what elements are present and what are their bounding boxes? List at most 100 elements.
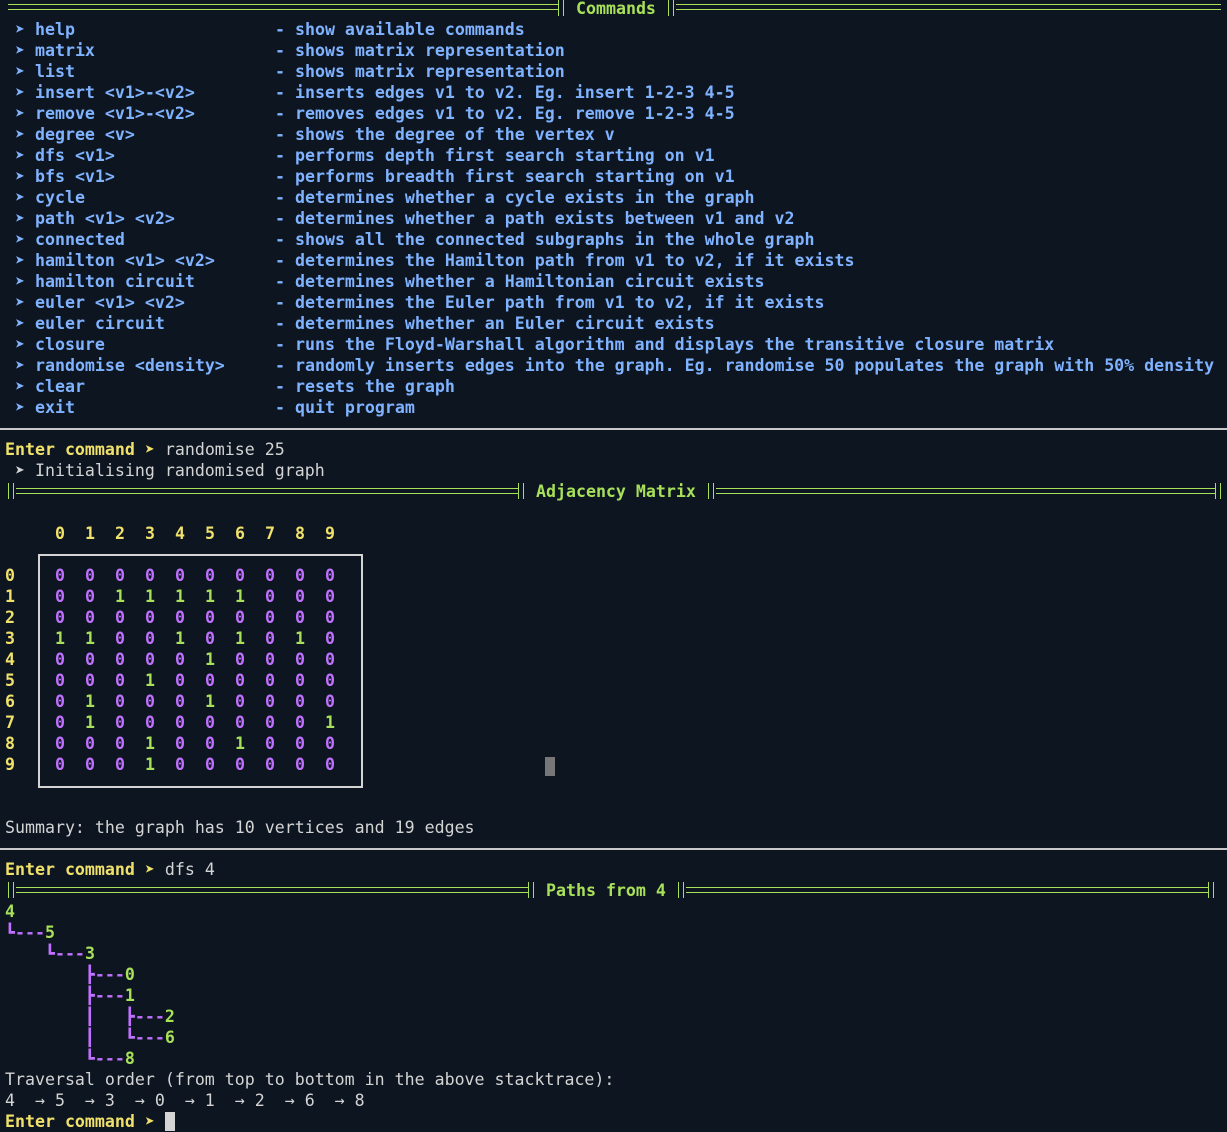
matrix-column-label: 3 [145, 524, 155, 543]
tree-node-label: 3 [84, 944, 95, 963]
matrix-row-label: 6 [5, 692, 15, 711]
command-name: hamilton circuit [34, 272, 195, 291]
header-bar [558, 0, 564, 16]
tree-node-label: 8 [124, 1049, 135, 1068]
tree-node-label: 2 [164, 1007, 175, 1026]
command-name: randomise <density> [34, 356, 225, 375]
prompt-label: Enter command ➤ [5, 860, 155, 879]
command-name: hamilton <v1> <v2> [34, 251, 215, 270]
command-name: insert <v1>-<v2> [34, 83, 195, 102]
bullet-icon: ➤ [5, 41, 35, 60]
command-description: - shows all the connected subgraphs in t… [275, 230, 815, 249]
header-rule-right [716, 488, 1215, 494]
command-description: - show available commands [275, 20, 525, 39]
command-description: - shows matrix representation [275, 62, 565, 81]
prompt-line: Enter command ➤ dfs 4 [5, 859, 215, 880]
command-row: ➤ closure [5, 334, 105, 355]
command-row: ➤ dfs <v1> [5, 145, 115, 166]
tree-branch: ┣--- [5, 965, 125, 984]
command-description: - performs breadth first search starting… [275, 167, 735, 186]
command-name: euler <v1> <v2> [34, 293, 185, 312]
command-row: ➤ remove <v1>-<v2> [5, 103, 195, 124]
command-row: ➤ exit [5, 397, 75, 418]
header-bar [668, 0, 674, 16]
tree-node-label: 4 [5, 902, 15, 921]
command-row: ➤ euler circuit [5, 313, 165, 334]
matrix-row-label: 7 [5, 713, 15, 732]
bullet-icon: ➤ [5, 377, 35, 396]
tree-node-label: 1 [124, 986, 135, 1005]
header-rule-left [16, 488, 518, 494]
command-row: ➤ hamilton circuit [5, 271, 195, 292]
bullet-icon: ➤ [5, 62, 35, 81]
bullet-icon: ➤ [5, 104, 35, 123]
bullet-icon: ➤ [5, 125, 35, 144]
ghost-cursor [545, 757, 555, 776]
command-row: ➤ cycle [5, 187, 85, 208]
command-name: list [34, 62, 75, 81]
header-bar [708, 483, 714, 499]
separator [0, 848, 1227, 850]
matrix-column-label: 8 [295, 524, 305, 543]
command-description: - shows matrix representation [275, 41, 565, 60]
command-name: degree <v> [34, 125, 135, 144]
matrix-column-label: 6 [235, 524, 245, 543]
tree-node-label: 0 [124, 965, 135, 984]
bullet-icon: ➤ [5, 356, 35, 375]
tree-branch: ┃ ┣--- [5, 1007, 165, 1026]
command-row: ➤ connected [5, 229, 125, 250]
command-name: matrix [34, 41, 95, 60]
command-description: - determines whether an Euler circuit ex… [275, 314, 715, 333]
header-rule-right [676, 4, 1221, 10]
prompt-label: Enter command ➤ [5, 1112, 155, 1131]
command-row: ➤ path <v1> <v2> [5, 208, 175, 229]
header-bar [678, 882, 684, 898]
matrix-row-label: 9 [5, 755, 15, 774]
prompt-line[interactable]: Enter command ➤ [5, 1111, 175, 1132]
command-description: - determines the Euler path from v1 to v… [275, 293, 825, 312]
bullet-icon: ➤ [5, 83, 35, 102]
tree-node: ┣---1 [5, 985, 135, 1006]
matrix-column-label: 2 [115, 524, 125, 543]
command-name: closure [34, 335, 105, 354]
command-description: - inserts edges v1 to v2. Eg. insert 1-2… [275, 83, 735, 102]
command-row: ➤ hamilton <v1> <v2> [5, 250, 215, 271]
matrix-column-label: 1 [85, 524, 95, 543]
bullet-icon: ➤ [5, 335, 35, 354]
text-cursor[interactable] [164, 1112, 175, 1131]
command-description: - runs the Floyd-Warshall algorithm and … [275, 335, 1055, 354]
command-name: dfs <v1> [34, 146, 115, 165]
command-description: - performs depth first search starting o… [275, 146, 715, 165]
command-row: ➤ degree <v> [5, 124, 135, 145]
bullet-icon: ➤ [5, 146, 35, 165]
header-bar [8, 483, 14, 499]
paths-header-title: Paths from 4 [546, 881, 666, 900]
matrix-column-label: 0 [55, 524, 65, 543]
command-row: ➤ randomise <density> [5, 355, 225, 376]
command-description: - determines whether a path exists betwe… [275, 209, 795, 228]
header-rule-left [8, 4, 558, 10]
terminal-window[interactable]: Commands ➤ help - show available commands… [0, 0, 1227, 1132]
tree-node: ┣---0 [5, 964, 135, 985]
header-bar [8, 882, 14, 898]
tree-node: ┃ ┗---6 [5, 1027, 175, 1048]
command-description: - resets the graph [275, 377, 455, 396]
bullet-icon: ➤ [5, 314, 35, 333]
command-description: - quit program [275, 398, 415, 417]
traversal-label: Traversal order (from top to bottom in t… [5, 1070, 615, 1089]
matrix-column-label: 9 [325, 524, 335, 543]
bullet-icon: ➤ [5, 188, 35, 207]
bullet-icon: ➤ [5, 251, 35, 270]
tree-branch: ┗--- [5, 944, 85, 963]
command-name: help [34, 20, 75, 39]
command-name: cycle [34, 188, 85, 207]
tree-node: 4 [5, 901, 15, 922]
matrix-frame [38, 554, 363, 788]
command-row: ➤ euler <v1> <v2> [5, 292, 185, 313]
command-name: remove <v1>-<v2> [34, 104, 195, 123]
command-input: randomise 25 [164, 440, 285, 459]
matrix-header-title: Adjacency Matrix [536, 482, 696, 501]
command-name: bfs <v1> [34, 167, 115, 186]
tree-node: ┗---3 [5, 943, 95, 964]
header-rule-right [686, 887, 1208, 893]
